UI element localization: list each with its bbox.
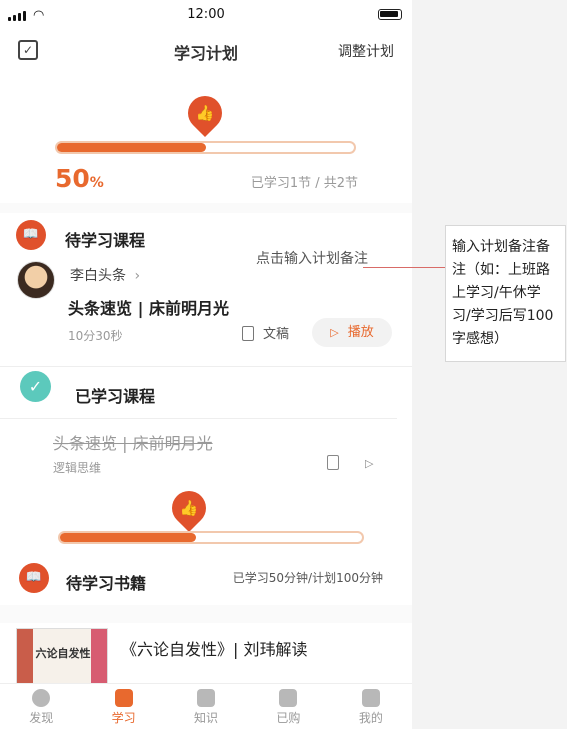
- check-circle-icon: ✓: [20, 371, 51, 402]
- profile-icon: [361, 689, 380, 707]
- author-name: 李白头条: [70, 268, 126, 284]
- pending-courses-title: 待学习课程: [65, 231, 146, 250]
- books-summary: 已学习50分钟/计划100分钟: [232, 571, 383, 585]
- plan-progress-marker: 👍: [180, 88, 230, 138]
- divider: [0, 418, 397, 419]
- knowledge-icon: [197, 689, 216, 707]
- plan-progress-fill: [57, 143, 206, 152]
- nav-knowledge[interactable]: 知识: [165, 684, 247, 729]
- transcript-label: 文稿: [263, 327, 290, 342]
- study-book-icon: [114, 689, 133, 707]
- pending-book-title[interactable]: 《六论自发性》| 刘玮解读: [121, 636, 307, 660]
- books-progress-fill: [60, 533, 196, 542]
- document-icon: [242, 326, 254, 341]
- open-book-icon: 📖: [19, 563, 49, 593]
- play-label: 播放: [347, 325, 374, 340]
- books-progress-bar: [58, 531, 364, 544]
- play-button[interactable]: ▷ 播放: [312, 318, 392, 347]
- author-avatar[interactable]: [17, 261, 55, 299]
- plan-note-input[interactable]: 点击输入计划备注: [256, 248, 368, 268]
- purchased-icon: [279, 689, 298, 707]
- thumbs-up-icon: 👍: [195, 104, 215, 122]
- completed-course-category: 逻辑思维: [53, 461, 102, 475]
- thumbs-up-icon: 👍: [179, 499, 199, 517]
- nav-profile[interactable]: 我的: [330, 684, 412, 729]
- status-bar: ◠ 12:00: [0, 0, 412, 30]
- phone-screen: ◠ 12:00 ✓ 学习计划 调整计划 👍 50% 已学习1节 / 共2节 📖 …: [0, 0, 412, 729]
- plan-percent: 50%: [55, 164, 104, 193]
- nav-purchased[interactable]: 已购: [247, 684, 329, 729]
- author-link[interactable]: 李白头条 ›: [70, 265, 140, 285]
- nav-label: 学习: [111, 711, 136, 725]
- bottom-navigation: 发现 学习 知识 已购 我的: [0, 683, 412, 729]
- plan-summary: 已学习1节 / 共2节: [250, 176, 358, 191]
- book-cover-title: 六论自发性: [35, 647, 91, 660]
- completed-courses-title: 已学习课程: [75, 387, 156, 406]
- book-cover[interactable]: 六论自发性: [16, 628, 108, 688]
- play-icon[interactable]: ▷: [365, 457, 373, 470]
- nav-label: 发现: [29, 711, 54, 725]
- nav-label: 我的: [358, 711, 383, 725]
- chevron-right-icon: ›: [134, 268, 141, 284]
- status-time: 12:00: [187, 7, 225, 22]
- course-duration: 10分30秒: [68, 329, 123, 343]
- plan-percent-unit: %: [89, 175, 104, 191]
- nav-discover[interactable]: 发现: [0, 684, 82, 729]
- annotation-callout: 输入计划备注备注（如：上班路上学习/午休学习/学习后写100字感想）: [445, 225, 566, 362]
- plan-progress-bar: [55, 141, 356, 154]
- nav-label: 知识: [194, 711, 219, 725]
- document-icon[interactable]: [327, 455, 339, 470]
- completed-course-title[interactable]: 头条速览 | 床前明月光: [53, 430, 213, 454]
- battery-icon: [378, 9, 402, 20]
- discover-icon: [32, 689, 51, 707]
- section-gap: [0, 203, 412, 213]
- nav-study[interactable]: 学习: [82, 684, 164, 729]
- section-gap: [0, 605, 412, 623]
- nav-label: 已购: [276, 711, 301, 725]
- divider: [0, 366, 412, 367]
- books-progress-marker: 👍: [164, 483, 214, 533]
- open-book-icon: 📖: [16, 220, 46, 250]
- transcript-button[interactable]: 文稿: [242, 323, 289, 342]
- pending-course-title[interactable]: 头条速览 | 床前明月光: [68, 295, 229, 319]
- play-icon: ▷: [330, 326, 339, 339]
- annotation-connector: [363, 267, 445, 268]
- adjust-plan-button[interactable]: 调整计划: [338, 41, 394, 61]
- plan-percent-value: 50: [55, 164, 90, 193]
- pending-books-title: 待学习书籍: [66, 574, 147, 593]
